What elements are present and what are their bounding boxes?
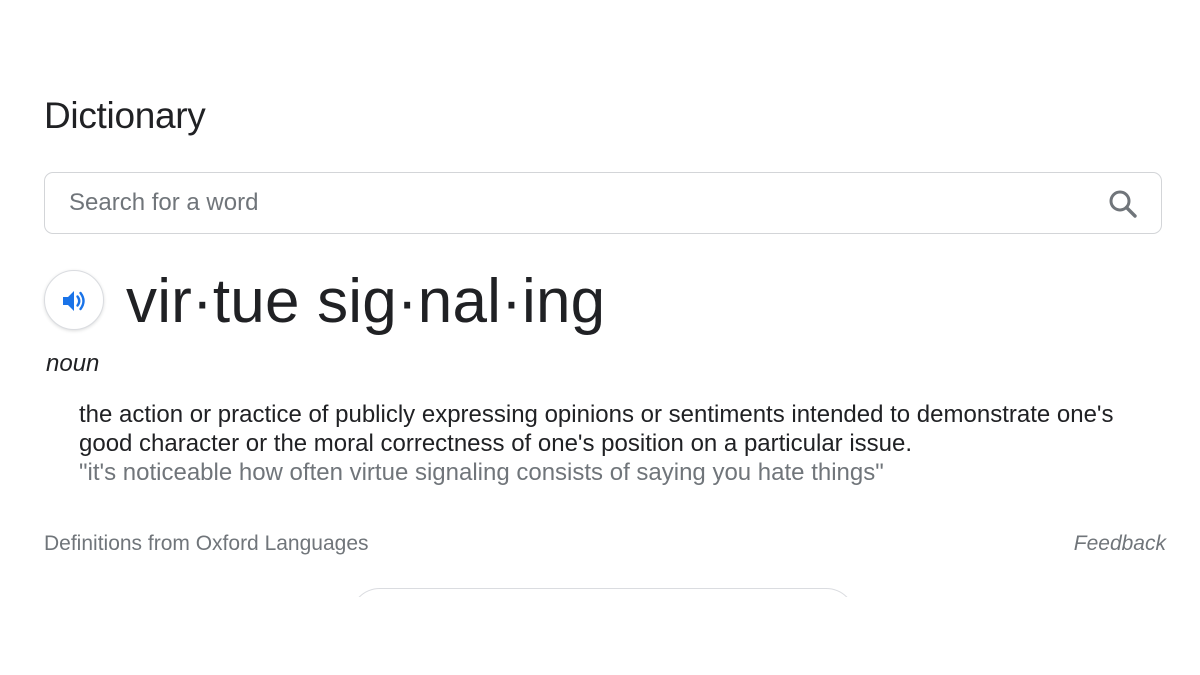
pronounce-button[interactable] (44, 270, 104, 330)
feedback-link[interactable]: Feedback (1074, 532, 1166, 556)
part-of-speech: noun (46, 350, 100, 377)
headword: vir·tue sig·nal·ing (126, 267, 606, 336)
page-cutoff (0, 597, 1200, 675)
search-icon[interactable] (1107, 188, 1139, 220)
example-sentence: "it's noticeable how often virtue signal… (79, 459, 884, 486)
search-box[interactable] (44, 172, 1162, 234)
dictionary-page: Dictionary vir·tue sig·nal·ing noun the … (0, 0, 1200, 675)
source-attribution: Definitions from Oxford Languages (44, 532, 369, 555)
definition-text: the action or practice of publicly expre… (79, 401, 1114, 457)
speaker-icon (63, 291, 85, 311)
search-input[interactable] (69, 173, 1069, 233)
dictionary-title: Dictionary (44, 95, 206, 136)
